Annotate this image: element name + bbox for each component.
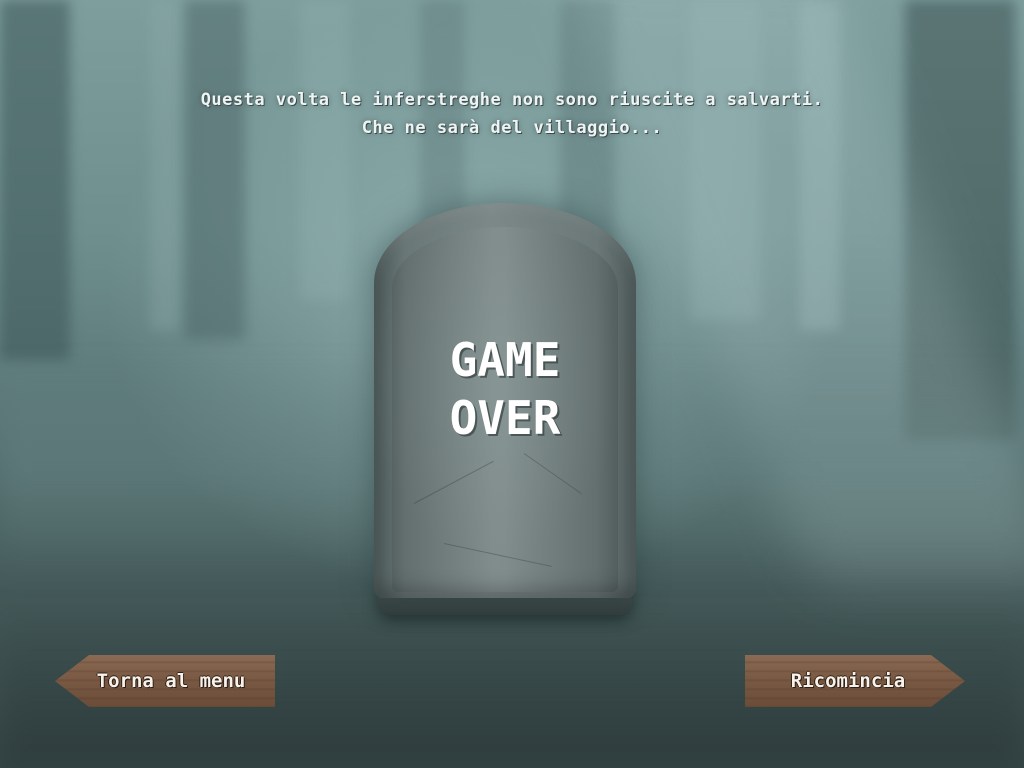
game-over-message: Questa volta le inferstreghe non sono ri… — [0, 86, 1024, 142]
game-over-line-2: OVER — [449, 391, 561, 445]
message-line-2: Che ne sarà del villaggio... — [361, 118, 663, 138]
back-to-menu-label: Torna al menu — [96, 670, 246, 692]
restart-label: Ricomincia — [790, 670, 906, 692]
restart-button[interactable]: Ricomincia — [745, 655, 965, 707]
tree-trunk — [300, 0, 350, 300]
game-over-screen: Questa volta le inferstreghe non sono ri… — [0, 0, 1024, 768]
tree-trunk — [150, 0, 180, 330]
tombstone: GAME OVER — [374, 203, 636, 623]
game-over-title: GAME OVER — [374, 331, 636, 447]
tree-trunk — [0, 0, 70, 360]
tree-trunk — [185, 0, 245, 340]
back-to-menu-button[interactable]: Torna al menu — [55, 655, 275, 707]
message-line-1: Questa volta le inferstreghe non sono ri… — [200, 90, 824, 110]
game-over-line-1: GAME — [449, 333, 561, 387]
